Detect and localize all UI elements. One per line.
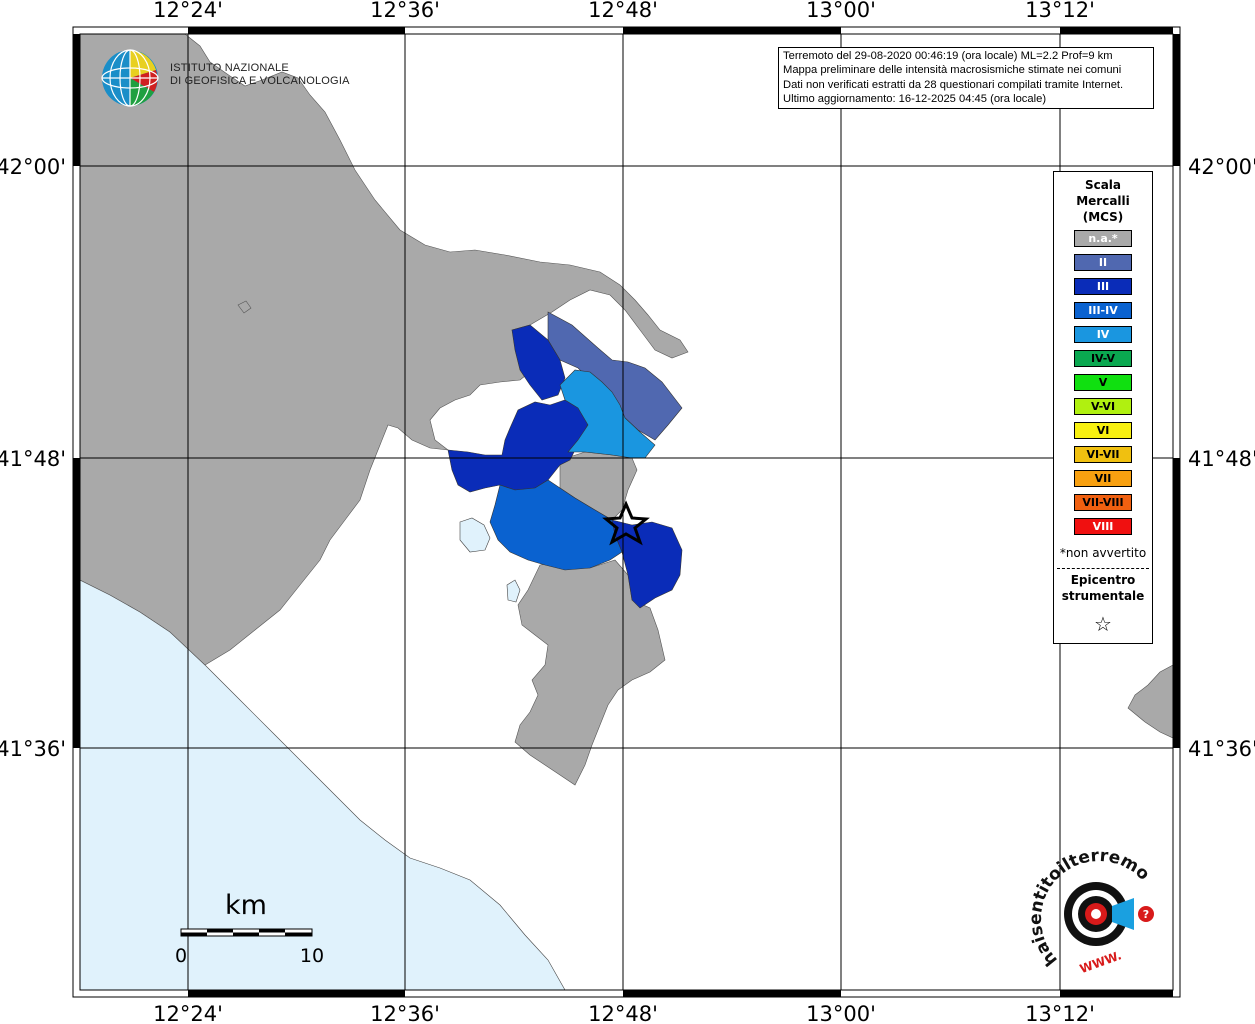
legend-item: II — [1074, 254, 1132, 271]
y-tick-labels-left: 42°00' 41°48' 41°36' — [0, 155, 66, 761]
legend-item: V-VI — [1074, 398, 1132, 415]
legend-item: III — [1074, 278, 1132, 295]
x-tick-top: 12°48' — [588, 0, 658, 22]
legend-epicenter-line: Epicentro — [1070, 573, 1136, 587]
haisentito-www: WWW. — [1078, 948, 1123, 976]
legend-title-line: (MCS) — [1082, 210, 1124, 224]
x-tick-top: 12°24' — [153, 0, 223, 22]
legend-title-line: Scala — [1084, 178, 1122, 192]
legend-item: IV — [1074, 326, 1132, 343]
x-tick-top: 13°00' — [806, 0, 876, 22]
legend-item: VII-VIII — [1074, 494, 1132, 511]
y-tick-right: 41°48' — [1188, 447, 1255, 471]
legend-item: VI — [1074, 422, 1132, 439]
x-tick-bottom: 12°48' — [588, 1002, 658, 1024]
x-tick-top: 13°12' — [1025, 0, 1095, 22]
ingv-line2: DI GEOFISICA E VOLCANOLOGIA — [170, 75, 350, 87]
scale-end: 10 — [300, 945, 324, 967]
legend-title: Scala Mercalli (MCS) — [1054, 177, 1152, 225]
y-tick-left: 42°00' — [0, 155, 66, 179]
scale-start: 0 — [175, 945, 187, 967]
scale-unit: km — [225, 890, 267, 921]
x-tick-labels-bottom: 12°24' 12°36' 12°48' 13°00' 13°12' — [153, 1002, 1095, 1024]
x-tick-bottom: 12°24' — [153, 1002, 223, 1024]
legend-item: n.a.* — [1074, 230, 1132, 247]
y-tick-left: 41°48' — [0, 447, 66, 471]
event-info-line: Ultimo aggiornamento: 16-12-2025 04:45 (… — [783, 93, 1047, 106]
y-tick-right: 41°36' — [1188, 737, 1255, 761]
event-info-line: Terremoto del 29-08-2020 00:46:19 (ora l… — [783, 50, 1113, 62]
x-tick-bottom: 12°36' — [370, 1002, 440, 1024]
globe-icon — [101, 49, 159, 107]
legend-item: III-IV — [1074, 302, 1132, 319]
x-tick-labels-top: 12°24' 12°36' 12°48' 13°00' 13°12' — [153, 0, 1095, 22]
haisentito-logo: ? haisentitoilterremoto.it WWW. — [1024, 833, 1170, 978]
x-tick-top: 12°36' — [370, 0, 440, 22]
legend-not-felt-note: *non avvertito — [1059, 546, 1147, 560]
legend-item: VI-VII — [1074, 446, 1132, 463]
y-tick-right: 42°00' — [1188, 155, 1255, 179]
y-tick-labels-right: 42°00' 41°48' 41°36' — [1188, 155, 1255, 761]
ingv-logo: ISTITUTO NAZIONALE DI GEOFISICA E VOLCAN… — [100, 48, 349, 110]
star-icon: ☆ — [1094, 612, 1112, 636]
legend-item: IV-V — [1074, 350, 1132, 367]
x-tick-bottom: 13°00' — [806, 1002, 876, 1024]
svg-text:?: ? — [1143, 908, 1149, 921]
legend-epicenter-line: strumentale — [1061, 589, 1145, 603]
legend-item: VIII — [1074, 518, 1132, 535]
x-tick-bottom: 13°12' — [1025, 1002, 1095, 1024]
event-info-line: Mappa preliminare delle intensità macros… — [783, 64, 1122, 77]
legend-title-line: Mercalli — [1076, 194, 1130, 208]
y-tick-left: 41°36' — [0, 737, 66, 761]
ingv-name: ISTITUTO NAZIONALE DI GEOFISICA E VOLCAN… — [170, 62, 350, 88]
legend-epicenter-label: Epicentro strumentale — [1054, 572, 1152, 604]
event-info-line: Dati non verificati estratti da 28 quest… — [783, 78, 1124, 91]
ingv-line1: ISTITUTO NAZIONALE — [170, 62, 289, 74]
legend-item: VII — [1074, 470, 1132, 487]
mcs-legend: Scala Mercalli (MCS) n.a.* II III III-IV IV I… — [1053, 171, 1153, 644]
event-info-box: Terremoto del 29-08-2020 00:46:19 (ora l… — [778, 47, 1154, 109]
legend-item: V — [1074, 374, 1132, 391]
legend-separator — [1057, 568, 1149, 569]
